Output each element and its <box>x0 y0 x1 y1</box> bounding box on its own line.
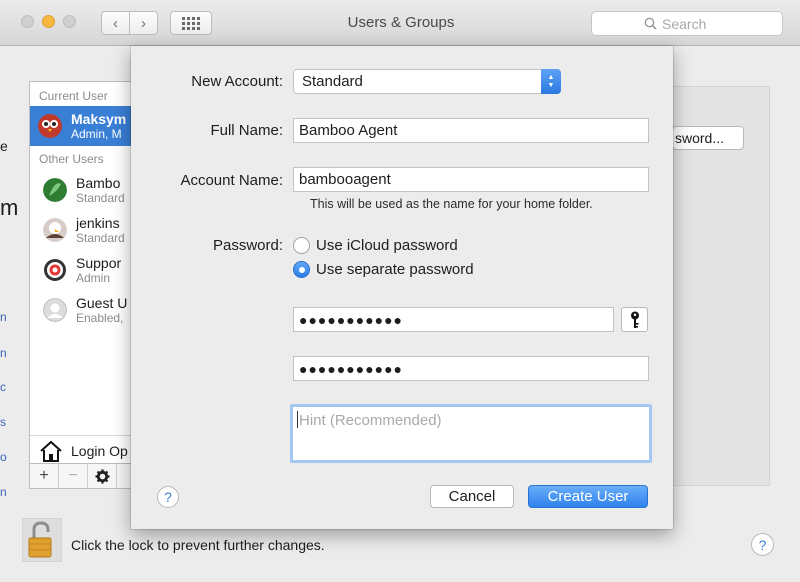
account-type-value: Standard <box>302 73 363 90</box>
list-item[interactable]: Guest U Enabled, <box>30 290 139 330</box>
lock-icon[interactable] <box>22 518 62 562</box>
zoom-window-button[interactable] <box>63 15 76 28</box>
create-user-button[interactable]: Create User <box>528 485 648 508</box>
edge-char: o <box>0 450 7 464</box>
user-role: Enabled, <box>76 310 124 325</box>
verify-password-field[interactable]: ●●●●●●●●●●● <box>293 356 649 381</box>
password-label: Password: <box>212 237 283 254</box>
key-icon <box>630 311 639 328</box>
user-role: Admin, M <box>71 126 122 141</box>
action-gear-button[interactable] <box>88 464 117 488</box>
list-item[interactable]: Suppor Admin <box>30 250 139 290</box>
list-item[interactable]: Bambo Standard <box>30 170 139 210</box>
search-input[interactable]: Search <box>591 11 783 36</box>
grid-icon <box>182 16 200 30</box>
eagle-avatar-icon <box>43 218 67 242</box>
icloud-password-radio[interactable]: Use iCloud password <box>293 237 458 254</box>
title-bar: ‹ › Users & Groups Search <box>0 0 800 46</box>
list-item[interactable]: Maksym Admin, M <box>30 106 139 146</box>
guest-avatar-icon <box>43 298 67 322</box>
user-name: Bambo <box>76 174 121 191</box>
password-hint-field[interactable]: Hint (Recommended) <box>290 404 652 463</box>
user-name: Suppor <box>76 254 122 271</box>
full-name-value: Bamboo Agent <box>299 122 398 139</box>
other-users-header: Other Users <box>39 152 104 166</box>
chevron-right-icon: › <box>141 14 146 32</box>
user-name: jenkins <box>76 214 120 231</box>
password-value: ●●●●●●●●●●● <box>299 311 404 328</box>
password-assistant-button[interactable] <box>621 307 648 332</box>
edge-char: c <box>0 380 6 394</box>
separate-password-label: Use separate password <box>316 261 474 278</box>
user-name: Maksym <box>71 110 127 127</box>
account-name-value: bambooagent <box>299 171 391 188</box>
target-avatar-icon <box>44 259 66 281</box>
account-name-note: This will be used as the name for your h… <box>310 197 593 211</box>
help-button[interactable]: ? <box>751 533 774 556</box>
account-name-field[interactable]: bambooagent <box>293 167 649 192</box>
users-groups-window: ‹ › Users & Groups Search e m n n c s o … <box>0 0 800 582</box>
list-item[interactable]: jenkins Standard <box>30 210 139 250</box>
edge-char: e <box>0 138 8 154</box>
current-user-header: Current User <box>39 89 108 103</box>
user-name: Guest U <box>76 294 128 311</box>
separate-password-radio[interactable]: Use separate password <box>293 261 474 278</box>
account-type-select[interactable]: Standard ▲ ▼ <box>293 69 561 94</box>
chevron-left-icon: ‹ <box>113 14 118 32</box>
new-account-label: New Account: <box>191 73 283 90</box>
cancel-button[interactable]: Cancel <box>430 485 514 508</box>
login-options-label: Login Op <box>71 442 128 459</box>
account-name-label: Account Name: <box>180 172 283 189</box>
left-edge-clipped-text: e m n n c s o n <box>0 60 18 510</box>
user-role: Standard <box>76 190 125 205</box>
back-button[interactable]: ‹ <box>101 11 130 35</box>
full-name-label: Full Name: <box>210 122 283 139</box>
owl-avatar-icon <box>38 114 62 138</box>
radio-on-icon <box>293 261 310 278</box>
gear-icon <box>94 468 110 484</box>
leaf-avatar-icon <box>43 178 67 202</box>
user-role: Admin <box>76 270 111 285</box>
password-field[interactable]: ●●●●●●●●●●● <box>293 307 614 332</box>
edge-char: n <box>0 346 7 360</box>
login-options-item[interactable]: Login Op <box>30 435 141 465</box>
add-user-button[interactable]: + <box>30 464 59 488</box>
icloud-password-label: Use iCloud password <box>316 237 458 254</box>
list-toolbar: + − <box>29 463 140 489</box>
window-title: Users & Groups <box>347 14 455 31</box>
user-list: Current User Maksym Admin, M Other Users… <box>29 81 141 489</box>
close-window-button[interactable] <box>21 15 34 28</box>
edge-char: m <box>0 195 19 220</box>
change-password-button[interactable]: sword... <box>672 126 744 150</box>
text-caret <box>297 411 298 428</box>
new-account-sheet: New Account: Standard ▲ ▼ Full Name: Bamb… <box>131 46 673 529</box>
updown-arrows-icon: ▲ ▼ <box>541 69 561 94</box>
search-placeholder: Search <box>662 15 707 32</box>
edge-char: n <box>0 485 7 499</box>
remove-user-button[interactable]: − <box>59 464 88 488</box>
edge-char: n <box>0 310 7 324</box>
full-name-field[interactable]: Bamboo Agent <box>293 118 649 143</box>
radio-off-icon <box>293 237 310 254</box>
minimize-window-button[interactable] <box>42 15 55 28</box>
sheet-help-button[interactable]: ? <box>157 486 179 508</box>
verify-password-value: ●●●●●●●●●●● <box>299 360 404 377</box>
show-all-button[interactable] <box>170 11 212 35</box>
search-icon <box>644 17 657 30</box>
lock-status-text: Click the lock to prevent further change… <box>71 537 325 553</box>
user-role: Standard <box>76 230 125 245</box>
house-icon <box>40 440 62 462</box>
forward-button[interactable]: › <box>129 11 158 35</box>
hint-placeholder: Hint (Recommended) <box>299 412 442 429</box>
edge-char: s <box>0 415 6 429</box>
